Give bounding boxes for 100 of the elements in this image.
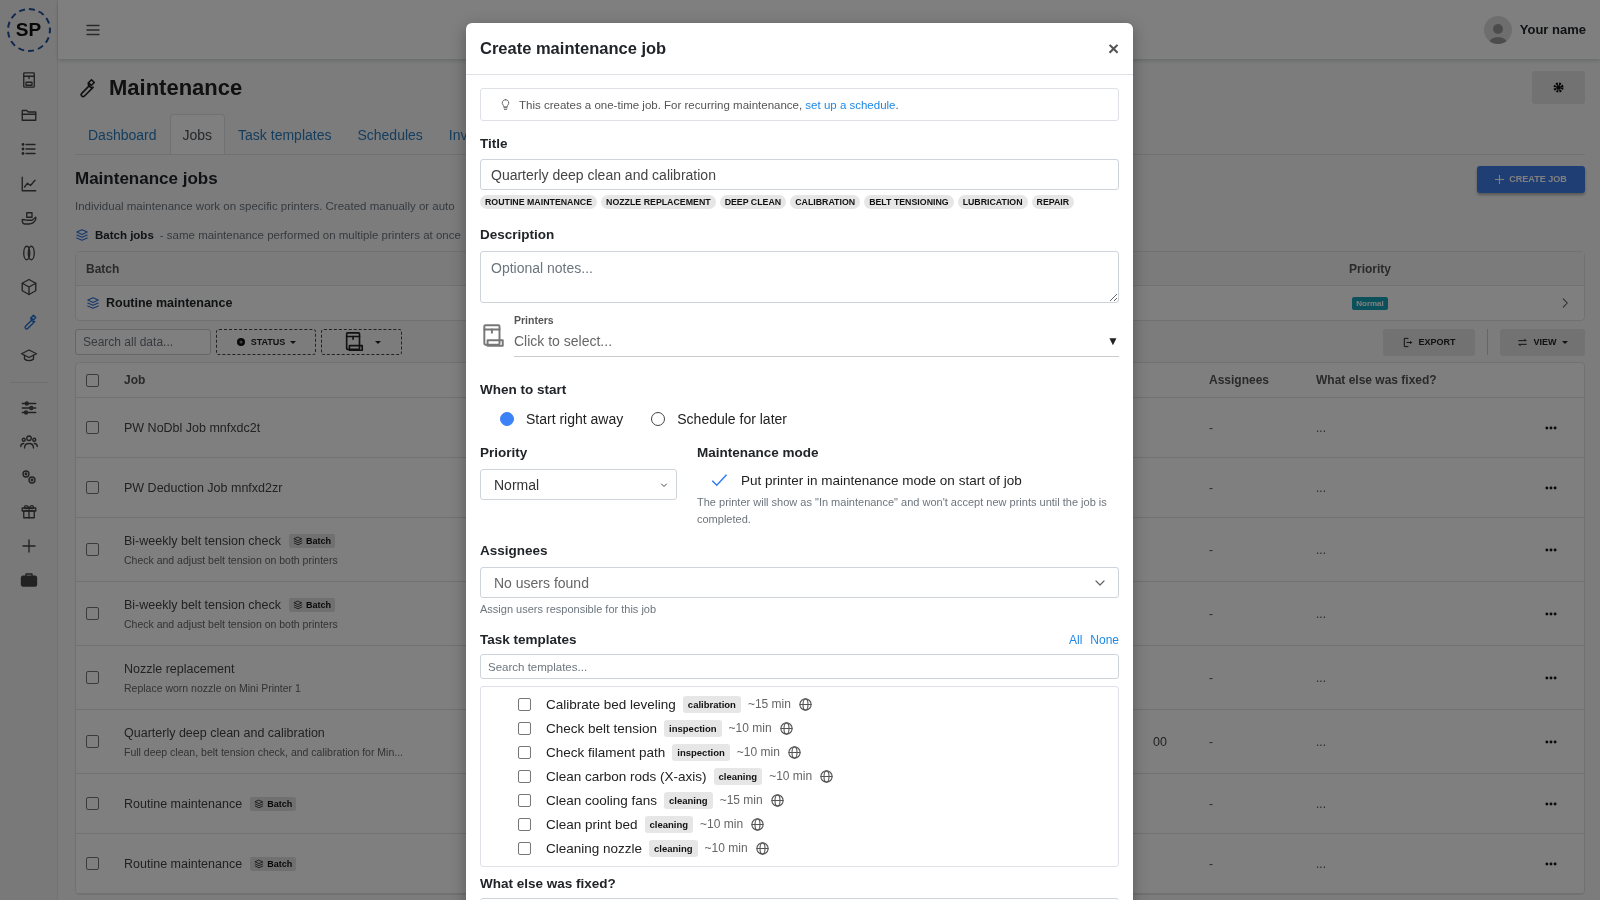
cube-icon[interactable] [19, 278, 38, 297]
priority-badge: Normal [1352, 296, 1388, 310]
row-checkbox[interactable] [86, 421, 99, 434]
tab[interactable]: Schedules [344, 114, 436, 154]
job-title[interactable]: Routine maintenance [124, 796, 243, 811]
batch-jobs-description: - same maintenance performed on multiple printers at once [159, 229, 461, 241]
assignees-select[interactable]: No users found [480, 567, 1119, 598]
suggestion-tag[interactable]: DEEP CLEAN [719, 195, 787, 209]
suggestion-tag[interactable]: NOZZLE REPLACEMENT [601, 195, 716, 209]
radio-option[interactable]: Schedule for later [651, 411, 787, 427]
batch-jobs-label: Batch jobs [95, 229, 154, 241]
template-checkbox[interactable] [518, 697, 531, 711]
table-cell: - [1209, 856, 1213, 871]
suggestion-tag[interactable]: LUBRICATION [957, 195, 1028, 209]
tab[interactable]: Dashboard [75, 114, 170, 154]
table-cell: - [1209, 606, 1213, 621]
table-cell: ... [1316, 856, 1326, 871]
batch-name[interactable]: Routine maintenance [106, 296, 233, 310]
suggestion-tag[interactable]: BELT TENSIONING [864, 195, 954, 209]
globe-icon [769, 792, 785, 808]
tab[interactable]: Task templates [225, 114, 345, 154]
priority-select[interactable]: Normal [480, 469, 677, 500]
tab[interactable]: Jobs [169, 114, 226, 154]
job-title[interactable]: Quarterly deep clean and calibration [124, 725, 325, 740]
select-none-link[interactable]: None [1090, 632, 1119, 647]
title-field[interactable]: Quarterly deep clean and calibration [480, 159, 1119, 190]
printers-select[interactable]: Click to select... ▼ [514, 326, 1119, 357]
job-title[interactable]: Bi-weekly belt tension check [124, 597, 282, 612]
section-subtitle: Individual maintenance work on specific printers. Created manually or auto [75, 200, 455, 212]
globe-icon [819, 768, 835, 784]
suggestion-tag[interactable]: CALIBRATION [790, 195, 861, 209]
help-text: The printer will show as "In maintenance" and won't accept new prints until the job is completed. [697, 495, 1108, 527]
template-checkbox[interactable] [518, 769, 531, 783]
batch-badge: Batch [289, 533, 336, 548]
suggestion-tag[interactable]: REPAIR [1031, 195, 1075, 209]
field-label: What else was fixed? [480, 876, 616, 891]
row-checkbox[interactable] [86, 607, 99, 620]
row-checkbox[interactable] [86, 735, 99, 748]
template-checkbox[interactable] [518, 745, 531, 759]
table-cell: - [1209, 670, 1213, 685]
printer-filter[interactable] [321, 329, 402, 355]
template-name: Calibrate bed leveling [546, 696, 676, 712]
briefcase-icon[interactable] [19, 571, 38, 590]
settings-button[interactable] [1532, 71, 1585, 104]
select-all-link[interactable]: All [1068, 632, 1083, 647]
field-label: Printers [514, 314, 554, 326]
template-checkbox[interactable] [518, 817, 531, 831]
template-checkbox[interactable] [518, 793, 531, 807]
table-cell: - [1209, 420, 1213, 435]
select-all-checkbox[interactable] [86, 373, 99, 387]
export-button[interactable]: EXPORT [1383, 328, 1475, 356]
template-name: Check filament path [546, 744, 666, 760]
avatar[interactable] [1483, 15, 1512, 44]
view-button[interactable]: VIEW [1500, 328, 1585, 356]
job-title[interactable]: Routine maintenance [124, 856, 243, 871]
row-checkbox[interactable] [86, 857, 99, 870]
create-job-button[interactable]: CREATE JOB [1477, 165, 1585, 193]
swap-icon [1517, 336, 1529, 348]
suggestion-tag[interactable]: ROUTINE MAINTENANCE [480, 195, 598, 209]
gift-icon[interactable] [19, 502, 38, 521]
gears-icon[interactable] [19, 467, 38, 486]
row-checkbox[interactable] [86, 671, 99, 684]
template-search-field[interactable]: Search templates... [480, 654, 1119, 679]
category-tag: calibration [682, 695, 741, 713]
template-checkbox[interactable] [518, 721, 531, 735]
job-title[interactable]: PW Deduction Job mnfxd2zr [124, 480, 283, 495]
export-icon [1402, 336, 1414, 348]
plus-icon[interactable] [19, 536, 38, 555]
sliders-icon[interactable] [19, 398, 38, 417]
hand-icon[interactable] [19, 209, 38, 228]
batch-badge: Batch [289, 597, 336, 612]
table-cell: ... [1316, 480, 1326, 495]
row-checkbox[interactable] [86, 797, 99, 810]
table-cell: ... [1316, 734, 1326, 749]
close-button[interactable]: × [1107, 37, 1119, 60]
category-tag: cleaning [649, 839, 698, 857]
radio-option[interactable]: Start right away [500, 411, 624, 427]
duration: ~10 min [769, 769, 813, 783]
logo[interactable]: SP [6, 8, 51, 52]
section-heading: Maintenance jobs [75, 169, 218, 189]
template-name: Clean print bed [546, 816, 638, 832]
globe-icon [797, 696, 813, 712]
template-checkbox[interactable] [518, 841, 531, 855]
row-checkbox[interactable] [86, 481, 99, 494]
schedule-link[interactable]: set up a schedule [805, 98, 896, 111]
users-icon[interactable] [19, 433, 38, 452]
user-name[interactable]: Your name [1519, 22, 1586, 37]
maintenance-mode-checkbox[interactable]: Put printer in maintenance mode on start of job [697, 470, 1028, 490]
status-filter[interactable]: STATUS [216, 329, 316, 355]
table-cell: - [1209, 480, 1213, 495]
row-checkbox[interactable] [86, 543, 99, 556]
column-header: Assignees [1209, 373, 1270, 387]
template-name: Cleaning nozzle [546, 840, 643, 856]
search-field[interactable]: Search all data... [75, 329, 211, 355]
chart-icon[interactable] [19, 174, 38, 193]
globe-icon [786, 744, 802, 760]
job-title[interactable]: Bi-weekly belt tension check [124, 533, 282, 548]
job-title[interactable]: Nozzle replacement [124, 661, 235, 676]
description-field[interactable]: Optional notes... [480, 251, 1119, 303]
job-title[interactable]: PW NoDbl Job mnfxdc2t [124, 420, 261, 435]
